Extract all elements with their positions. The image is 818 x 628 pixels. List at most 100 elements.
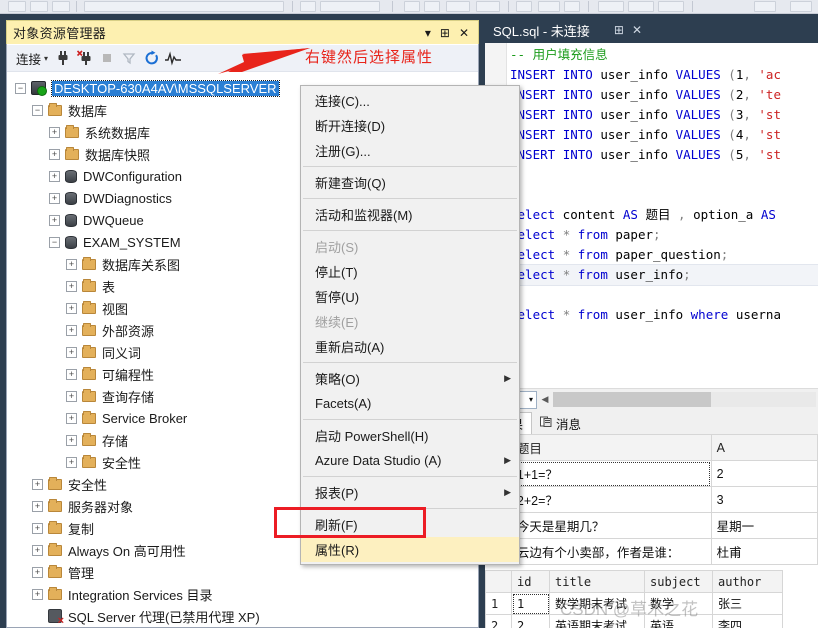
- toolbar-button[interactable]: [598, 1, 624, 12]
- tree-expander[interactable]: +: [32, 500, 43, 512]
- table-row[interactable]: 4云边有个小卖部，作者是谁：杜甫: [485, 538, 818, 565]
- tree-expander[interactable]: +: [66, 346, 77, 358]
- cell-question[interactable]: 1+1=？: [510, 460, 712, 487]
- tree-expander[interactable]: +: [66, 412, 77, 424]
- pin-icon[interactable]: ⊞: [440, 27, 450, 39]
- tree-expander[interactable]: +: [66, 390, 77, 402]
- menu-item[interactable]: 连接(C)...: [301, 88, 519, 113]
- cell-title[interactable]: 英语期末考试: [549, 614, 645, 628]
- connect-plug-icon[interactable]: [53, 48, 73, 68]
- cell-subject[interactable]: 英语: [644, 614, 713, 628]
- tree-expander[interactable]: +: [66, 302, 77, 314]
- cell-question[interactable]: 今天是星期几？: [510, 512, 712, 539]
- results-table-1[interactable]: 题目A1+1=？22+2=？3今天是星期几？星期一4云边有个小卖部，作者是谁：杜…: [485, 434, 818, 565]
- cell-question[interactable]: 云边有个小卖部，作者是谁：: [510, 538, 712, 565]
- toolbar-button[interactable]: [754, 1, 776, 12]
- column-header[interactable]: [485, 570, 512, 593]
- toolbar-button[interactable]: [300, 1, 316, 12]
- cell-question[interactable]: 2+2=？: [510, 486, 712, 513]
- tree-expander[interactable]: +: [66, 258, 77, 270]
- context-menu[interactable]: 连接(C)... 断开连接(D) 注册(G)... 新建查询(Q) 活动和监视器(M) 启…: [300, 85, 520, 565]
- column-header[interactable]: 题目: [510, 434, 712, 461]
- tree-node[interactable]: + Integration Services 目录: [7, 583, 471, 605]
- results-grid-area[interactable]: 题目A1+1=？22+2=？3今天是星期几？星期一4云边有个小卖部，作者是谁：杜…: [485, 434, 818, 628]
- column-header[interactable]: subject: [644, 570, 713, 593]
- activity-monitor-icon[interactable]: [163, 48, 183, 68]
- table-row[interactable]: 2+2=？ 3: [485, 486, 818, 513]
- tree-expander[interactable]: +: [49, 148, 60, 160]
- database-selector[interactable]: [84, 1, 284, 12]
- tree-expander[interactable]: +: [49, 214, 60, 226]
- tree-expander[interactable]: +: [32, 544, 43, 556]
- close-icon[interactable]: ✕: [632, 24, 642, 36]
- row-header[interactable]: 1: [485, 592, 512, 615]
- column-header[interactable]: title: [549, 570, 645, 593]
- toolbar-button[interactable]: [404, 1, 420, 12]
- tree-expander[interactable]: +: [32, 588, 43, 600]
- tree-expander[interactable]: +: [32, 566, 43, 578]
- scrollbar-thumb[interactable]: [553, 392, 711, 407]
- cell-author[interactable]: 张三: [712, 592, 783, 615]
- cell-id[interactable]: 1: [511, 592, 550, 615]
- menu-item[interactable]: 重新启动(A): [301, 334, 519, 359]
- tree-expander[interactable]: +: [32, 478, 43, 490]
- tree-node[interactable]: SQL Server 代理(已禁用代理 XP): [7, 605, 471, 627]
- cell-author[interactable]: 李四: [712, 614, 783, 628]
- toolbar-button[interactable]: [628, 1, 654, 12]
- menu-item[interactable]: 新建查询(Q): [301, 170, 519, 195]
- column-header[interactable]: A: [710, 434, 818, 461]
- close-icon[interactable]: ✕: [459, 27, 469, 39]
- results-table-2[interactable]: id title subject author 1 1 数学期末考试 数学 张三 2 2 英语期末考试…: [485, 570, 783, 628]
- toolbar-button[interactable]: [424, 1, 440, 12]
- toolbar-button[interactable]: [538, 1, 560, 12]
- column-header[interactable]: id: [511, 570, 550, 593]
- sql-editor[interactable]: -- 用户填充信息 INSERT INTO user_info VALUES (1…: [485, 43, 818, 388]
- toolbar-button[interactable]: [320, 1, 380, 12]
- tree-expander[interactable]: −: [32, 104, 43, 116]
- menu-item[interactable]: Azure Data Studio (A) ▶: [301, 448, 519, 473]
- tree-expander[interactable]: +: [32, 522, 43, 534]
- tree-expander[interactable]: +: [66, 434, 77, 446]
- cell-subject[interactable]: 数学: [644, 592, 713, 615]
- menu-item[interactable]: 报表(P) ▶: [301, 480, 519, 505]
- menu-item[interactable]: 断开连接(D): [301, 113, 519, 138]
- table-row[interactable]: 2 2 英语期末考试 英语 李四: [485, 614, 783, 628]
- menu-item[interactable]: 注册(G)...: [301, 138, 519, 163]
- menu-item[interactable]: 属性(R): [301, 537, 519, 562]
- pin-icon[interactable]: ⊞: [614, 24, 624, 36]
- cell-id[interactable]: 2: [511, 614, 550, 628]
- tree-expander[interactable]: +: [66, 368, 77, 380]
- menu-item[interactable]: 活动和监视器(M): [301, 202, 519, 227]
- toolbar-button[interactable]: [52, 1, 70, 12]
- tree-expander[interactable]: +: [66, 280, 77, 292]
- toolbar-button[interactable]: [446, 1, 470, 12]
- ide-toolbar-strip[interactable]: [0, 0, 818, 14]
- tree-expander[interactable]: +: [66, 456, 77, 468]
- toolbar-button[interactable]: [8, 1, 26, 12]
- disconnect-plug-icon[interactable]: [75, 48, 95, 68]
- cell-option-a[interactable]: 星期一: [710, 512, 818, 539]
- menu-item[interactable]: 刷新(F): [301, 512, 519, 537]
- toolbar-button[interactable]: [516, 1, 532, 12]
- table-row[interactable]: 1 1 数学期末考试 数学 张三: [485, 592, 783, 615]
- tree-expander[interactable]: +: [49, 170, 60, 182]
- toolbar-button[interactable]: [658, 1, 684, 12]
- horizontal-scrollbar[interactable]: [553, 392, 816, 407]
- menu-item[interactable]: 停止(T): [301, 259, 519, 284]
- cell-option-a[interactable]: 2: [710, 460, 818, 487]
- scroll-left-arrow[interactable]: ◀: [537, 391, 553, 409]
- menu-item[interactable]: 启动 PowerShell(H): [301, 423, 519, 448]
- toolbar-button[interactable]: [790, 1, 812, 12]
- tree-expander[interactable]: −: [15, 82, 26, 94]
- table-row[interactable]: 1+1=？ 2: [485, 460, 818, 487]
- tree-expander[interactable]: −: [49, 236, 60, 248]
- chevron-down-icon[interactable]: ▾: [425, 27, 431, 39]
- menu-item[interactable]: Facets(A): [301, 391, 519, 416]
- connect-button[interactable]: 连接 ▾: [13, 47, 51, 69]
- tree-expander[interactable]: +: [66, 324, 77, 336]
- tree-expander[interactable]: +: [49, 192, 60, 204]
- cell-option-a[interactable]: 3: [710, 486, 818, 513]
- toolbar-button[interactable]: [564, 1, 580, 12]
- editor-code[interactable]: -- 用户填充信息 INSERT INTO user_info VALUES (1…: [509, 45, 818, 388]
- tree-expander[interactable]: +: [49, 126, 60, 138]
